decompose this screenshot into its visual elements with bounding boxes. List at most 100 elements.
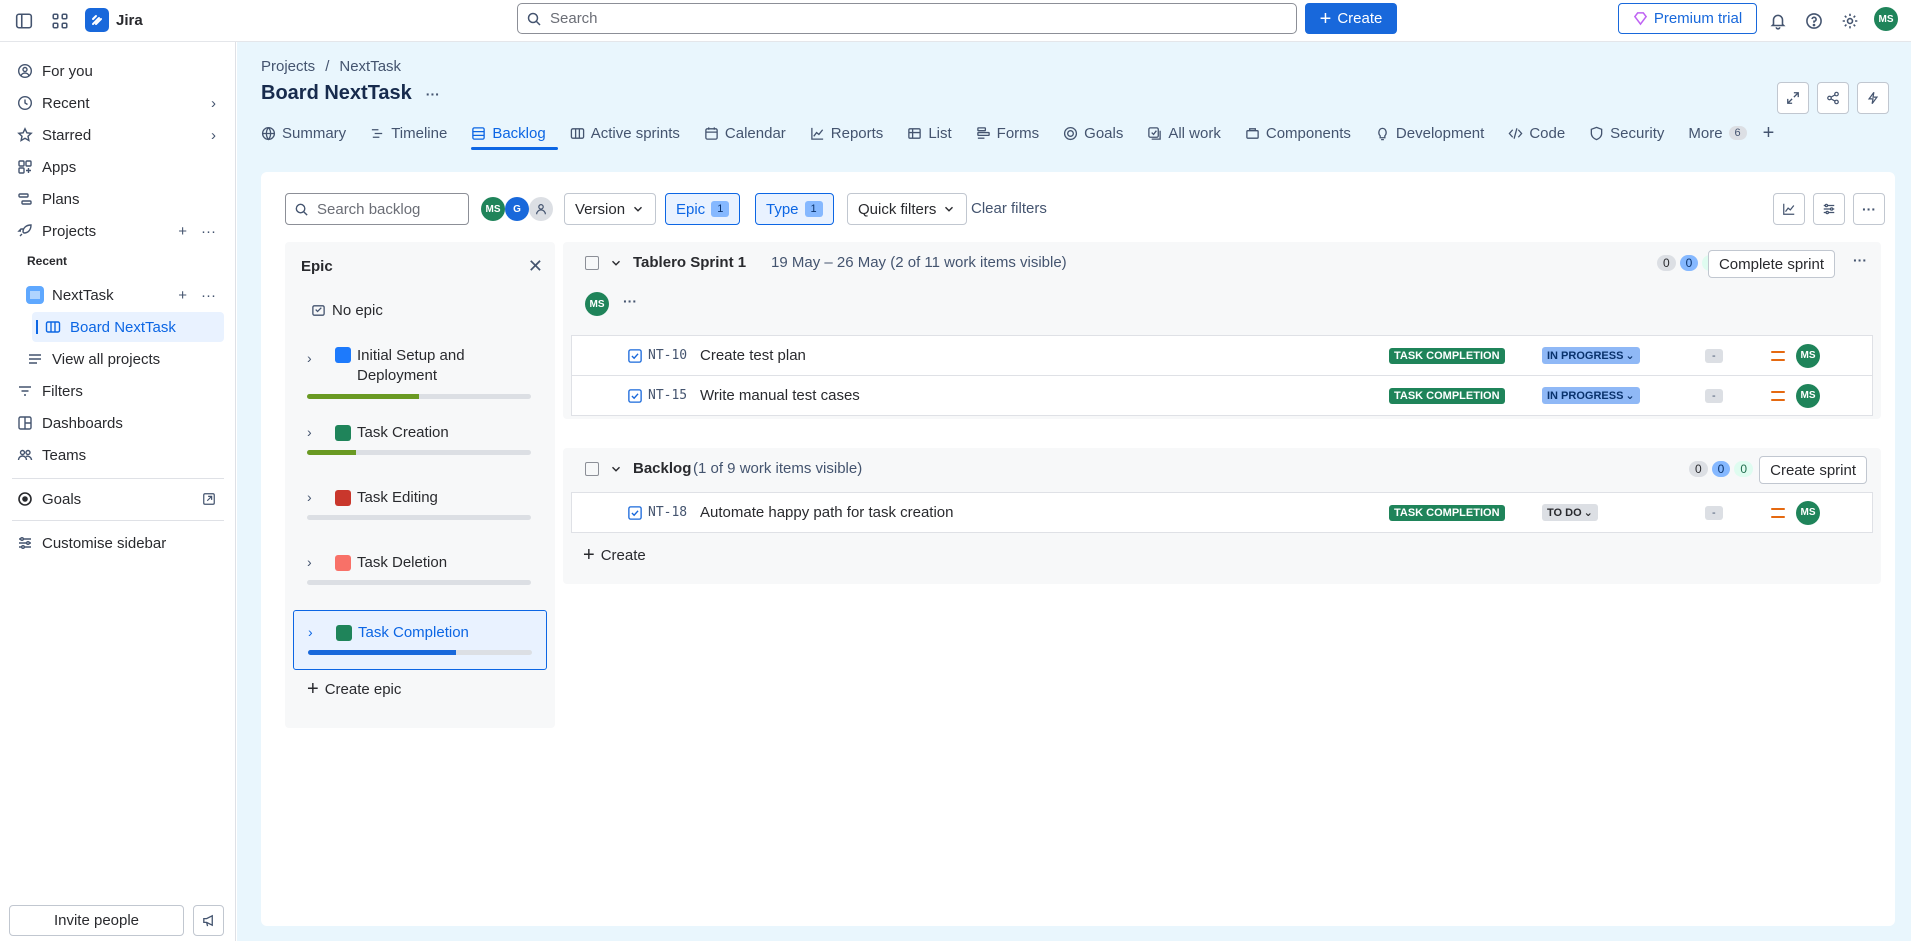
close-icon[interactable]: ✕	[528, 256, 543, 277]
sidebar-item-projects[interactable]: Projects + ···	[12, 216, 224, 246]
assignee-filter-avatar-g[interactable]: G	[505, 197, 529, 221]
estimate-badge[interactable]: -	[1705, 348, 1723, 363]
create-sprint-button[interactable]: Create sprint	[1759, 456, 1867, 484]
tab-timeline[interactable]: Timeline	[370, 118, 459, 148]
issue-row[interactable]: NT-18 Automate happy path for task creat…	[571, 492, 1873, 533]
issue-assignee-avatar[interactable]: MS	[1796, 343, 1820, 368]
add-icon[interactable]: +	[178, 287, 187, 304]
chevron-right-icon[interactable]: ›	[307, 489, 312, 505]
sidebar-item-board-nexttask[interactable]: Board NextTask	[32, 312, 224, 342]
share-icon[interactable]	[1817, 82, 1849, 114]
tab-all-work[interactable]: All work	[1147, 118, 1233, 148]
tab-security[interactable]: Security	[1589, 118, 1676, 148]
epic-item-task-completion[interactable]: › Task Completion	[293, 610, 547, 670]
tab-calendar[interactable]: Calendar	[704, 118, 798, 148]
type-filter-dropdown[interactable]: Type 1	[755, 193, 834, 225]
view-settings-icon[interactable]	[1813, 193, 1845, 225]
status-dropdown[interactable]: TO DO ⌄	[1542, 504, 1598, 521]
create-epic-button[interactable]: + Create epic	[307, 679, 401, 699]
backlog-select-checkbox[interactable]	[585, 462, 599, 476]
chevron-right-icon[interactable]: ›	[308, 624, 313, 640]
premium-trial-button[interactable]: Premium trial	[1618, 3, 1757, 34]
epic-item-task-editing[interactable]: › Task Editing	[293, 489, 547, 529]
jira-logo[interactable]: Jira	[85, 8, 143, 32]
issue-summary[interactable]: Write manual test cases	[700, 387, 860, 404]
sidebar-item-goals[interactable]: Goals	[12, 484, 224, 514]
sidebar-item-project-nexttask[interactable]: NextTask + ···	[22, 280, 224, 310]
complete-sprint-button[interactable]: Complete sprint	[1707, 250, 1835, 278]
global-search-input[interactable]: Search	[517, 3, 1297, 34]
issue-key[interactable]: NT-10	[648, 348, 687, 363]
version-filter-dropdown[interactable]: Version	[564, 193, 657, 225]
epic-item-initial-setup[interactable]: › Initial Setup and Deployment	[293, 344, 547, 404]
tab-components[interactable]: Components	[1245, 118, 1363, 148]
create-issue-button[interactable]: + Create	[583, 545, 646, 565]
unassigned-user-icon[interactable]	[529, 197, 553, 221]
chevron-right-icon[interactable]: ›	[307, 424, 312, 440]
chevron-right-icon[interactable]: ›	[307, 350, 312, 366]
epic-item-task-deletion[interactable]: › Task Deletion	[293, 554, 547, 594]
chevron-right-icon[interactable]: ›	[307, 554, 312, 570]
sprint-name[interactable]: Tablero Sprint 1	[633, 254, 746, 271]
sidebar-item-recent[interactable]: Recent ›	[12, 88, 224, 118]
sidebar-item-for-you[interactable]: For you	[12, 56, 224, 86]
issue-key[interactable]: NT-18	[648, 505, 687, 520]
status-dropdown[interactable]: IN PROGRESS ⌄	[1542, 347, 1640, 364]
tab-more[interactable]: More 6	[1688, 118, 1758, 148]
sidebar-item-teams[interactable]: Teams	[12, 440, 224, 470]
sidebar-toggle-icon[interactable]	[8, 5, 40, 37]
more-actions-icon[interactable]: ···	[1853, 193, 1885, 225]
clear-filters-button[interactable]: Clear filters	[971, 200, 1047, 217]
breadcrumb-project-link[interactable]: NextTask	[339, 58, 401, 75]
sidebar-item-dashboards[interactable]: Dashboards	[12, 408, 224, 438]
estimate-badge[interactable]: -	[1705, 505, 1723, 520]
chevron-down-icon[interactable]	[609, 256, 623, 270]
no-epic-item[interactable]: No epic	[311, 302, 383, 319]
sprint-assignee-more-icon[interactable]: ···	[623, 293, 637, 309]
breadcrumb-projects-link[interactable]: Projects	[261, 58, 315, 75]
issue-summary[interactable]: Automate happy path for task creation	[700, 504, 953, 521]
insights-chart-icon[interactable]	[1773, 193, 1805, 225]
tab-forms[interactable]: Forms	[976, 118, 1052, 148]
more-icon[interactable]: ···	[201, 223, 216, 240]
issue-row[interactable]: NT-10 Create test plan TASK COMPLETION I…	[571, 335, 1873, 376]
sidebar-item-starred[interactable]: Starred ›	[12, 120, 224, 150]
backlog-search-input[interactable]: Search backlog	[285, 193, 469, 225]
sprint-select-checkbox[interactable]	[585, 256, 599, 270]
epic-filter-dropdown[interactable]: Epic 1	[665, 193, 741, 225]
issue-row[interactable]: NT-15 Write manual test cases TASK COMPL…	[571, 375, 1873, 416]
user-avatar[interactable]: MS	[1874, 7, 1898, 31]
issue-key[interactable]: NT-15	[648, 388, 687, 403]
tab-summary[interactable]: Summary	[261, 118, 358, 148]
tab-backlog[interactable]: Backlog	[471, 118, 559, 150]
tab-list[interactable]: List	[907, 118, 963, 148]
status-dropdown[interactable]: IN PROGRESS ⌄	[1542, 387, 1640, 404]
notifications-bell-icon[interactable]	[1762, 5, 1794, 37]
issue-assignee-avatar[interactable]: MS	[1796, 383, 1820, 408]
sprint-more-icon[interactable]: ···	[1853, 252, 1867, 268]
epic-item-task-creation[interactable]: › Task Creation	[293, 424, 547, 464]
tab-active-sprints[interactable]: Active sprints	[570, 118, 692, 148]
invite-people-button[interactable]: Invite people	[9, 905, 184, 936]
chevron-down-icon[interactable]	[609, 462, 623, 476]
feedback-megaphone-icon[interactable]	[193, 905, 224, 936]
sprint-assignee-avatar[interactable]: MS	[585, 292, 609, 316]
tab-development[interactable]: Development	[1375, 118, 1496, 148]
estimate-badge[interactable]: -	[1705, 388, 1723, 403]
tab-code[interactable]: Code	[1508, 118, 1577, 148]
sidebar-item-customise[interactable]: Customise sidebar	[12, 528, 224, 558]
settings-gear-icon[interactable]	[1834, 5, 1866, 37]
add-project-icon[interactable]: +	[178, 223, 187, 240]
create-button[interactable]: + Create	[1305, 3, 1397, 34]
tab-reports[interactable]: Reports	[810, 118, 896, 148]
issue-summary[interactable]: Create test plan	[700, 347, 806, 364]
issue-assignee-avatar[interactable]: MS	[1796, 500, 1820, 525]
sidebar-item-filters[interactable]: Filters	[12, 376, 224, 406]
quick-filters-dropdown[interactable]: Quick filters	[847, 193, 968, 225]
add-tab-icon[interactable]: +	[1763, 118, 1787, 148]
tab-goals[interactable]: Goals	[1063, 118, 1135, 148]
fullscreen-icon[interactable]	[1777, 82, 1809, 114]
sidebar-item-plans[interactable]: Plans	[12, 184, 224, 214]
sidebar-item-apps[interactable]: Apps	[12, 152, 224, 182]
help-icon[interactable]	[1798, 5, 1830, 37]
